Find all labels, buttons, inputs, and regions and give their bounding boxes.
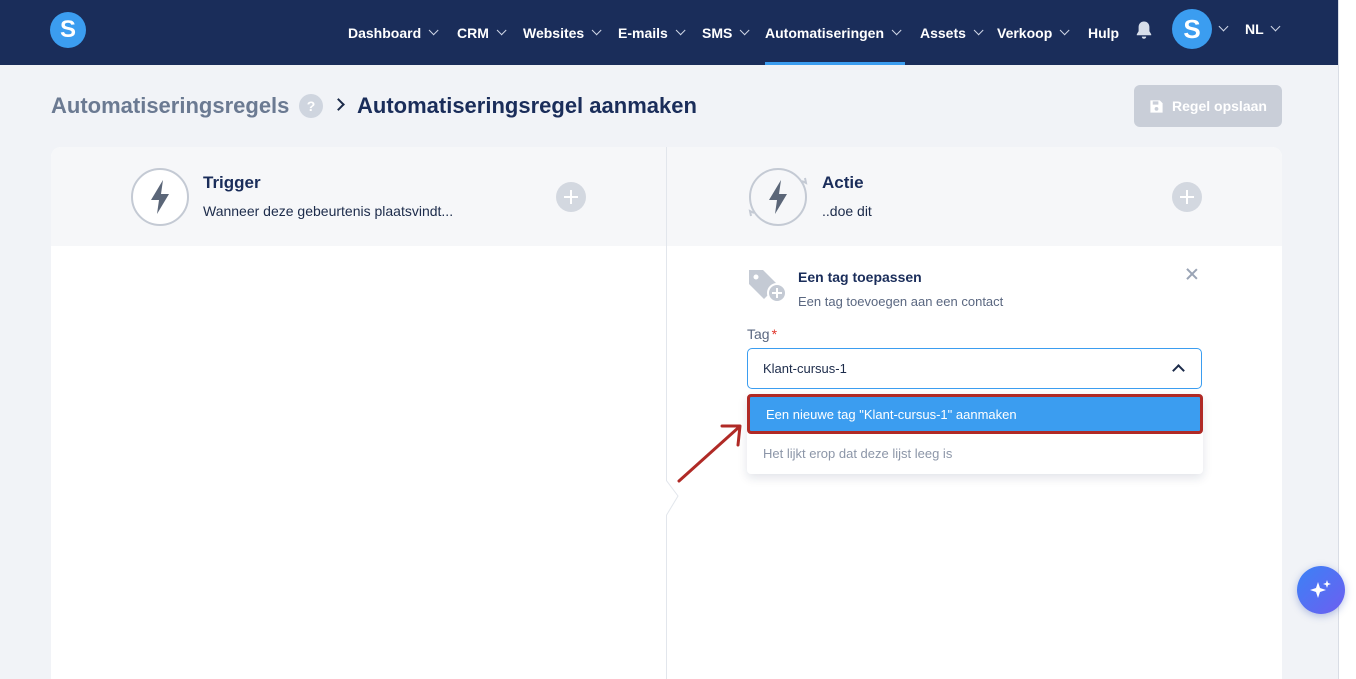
nav-label: Assets [920,24,966,41]
lightning-bolt-icon [131,168,189,226]
help-icon[interactable]: ? [299,94,323,118]
create-tag-option[interactable]: Een nieuwe tag "Klant-cursus-1" aanmaken [747,394,1203,434]
action-panel-header: Actie ..doe dit [667,147,1282,246]
trigger-panel: Trigger Wanneer deze gebeurtenis plaatsv… [51,147,666,679]
tag-label-text: Tag [747,326,770,342]
breadcrumb-parent-link[interactable]: Automatiseringsregels [51,93,289,119]
save-rule-button[interactable]: Regel opslaan [1134,85,1282,127]
trigger-title: Trigger [203,173,261,192]
add-action-button[interactable] [1172,182,1202,212]
chevron-down-icon [591,25,602,36]
nav-label: Hulp [1088,24,1120,41]
nav-item-hulp[interactable]: Hulp [1088,0,1119,65]
chevron-down-icon [428,25,439,36]
chevron-down-icon [496,25,507,36]
tag-field-label: Tag * [747,326,777,342]
logo-letter: S [59,16,76,43]
floppy-disk-icon [1150,99,1163,113]
tag-select-value: Klant-cursus-1 [763,361,847,376]
chevron-up-icon[interactable] [1172,364,1185,377]
nav-item-emails[interactable]: E-mails [618,0,686,65]
nav-label: Websites [523,24,585,41]
chevron-right-icon [332,98,345,111]
nav-label: CRM [457,24,489,41]
action-card-title: Een tag toepassen [798,269,922,285]
lightning-bolt-cycle-icon [748,168,808,226]
nav-label: Dashboard [348,24,422,41]
nav-label: SMS [702,24,733,41]
nav-item-automatiseringen[interactable]: Automatiseringen [765,0,905,65]
sparkles-icon [1310,580,1331,598]
tag-dropdown-menu: Een nieuwe tag "Klant-cursus-1" aanmaken… [747,394,1203,474]
chevron-down-icon [675,25,686,36]
user-avatar[interactable]: S [1172,9,1212,49]
chevron-down-icon [1059,25,1070,36]
nav-item-crm[interactable]: CRM [457,0,507,65]
chevron-down-icon [973,25,984,36]
nav-item-websites[interactable]: Websites [523,0,602,65]
tag-select-input[interactable]: Klant-cursus-1 [747,348,1202,389]
action-title: Actie [822,173,864,192]
chevron-down-icon[interactable] [1270,21,1281,32]
tag-add-icon [749,270,787,303]
required-asterisk: * [771,326,778,342]
app-logo[interactable]: S [50,12,86,48]
top-navigation-bar: S Dashboard CRM Websites E-mails SMS Aut… [0,0,1338,65]
save-button-label: Regel opslaan [1172,98,1267,114]
action-card-subtitle: Een tag toevoegen aan een contact [798,294,1004,309]
avatar-letter: S [1183,13,1201,44]
chevron-down-icon[interactable] [1218,21,1229,32]
language-label: NL [1245,21,1264,37]
ai-assistant-button[interactable] [1297,566,1345,614]
nav-label: Verkoop [997,24,1053,41]
nav-item-sms[interactable]: SMS [702,0,750,65]
chevron-down-icon [740,25,750,36]
page-title: Automatiseringsregel aanmaken [357,93,697,118]
nav-item-dashboard[interactable]: Dashboard [348,0,439,65]
nav-label: Automatiseringen [765,24,885,41]
nav-item-assets[interactable]: Assets [920,0,984,65]
bell-icon[interactable] [1135,20,1153,40]
add-trigger-button[interactable] [556,182,586,212]
close-icon[interactable] [1184,266,1200,282]
annotation-arrow [677,424,742,483]
nav-label: E-mails [618,24,668,41]
action-subtitle: ..doe dit [822,203,872,219]
chevron-down-icon [891,25,902,36]
trigger-subtitle: Wanneer deze gebeurtenis plaatsvindt... [203,203,454,219]
empty-list-message: Het lijkt erop dat deze lijst leeg is [763,446,953,461]
nav-item-verkoop[interactable]: Verkoop [997,0,1070,65]
language-selector[interactable]: NL [1245,0,1264,58]
trigger-panel-header: Trigger Wanneer deze gebeurtenis plaatsv… [51,147,666,246]
